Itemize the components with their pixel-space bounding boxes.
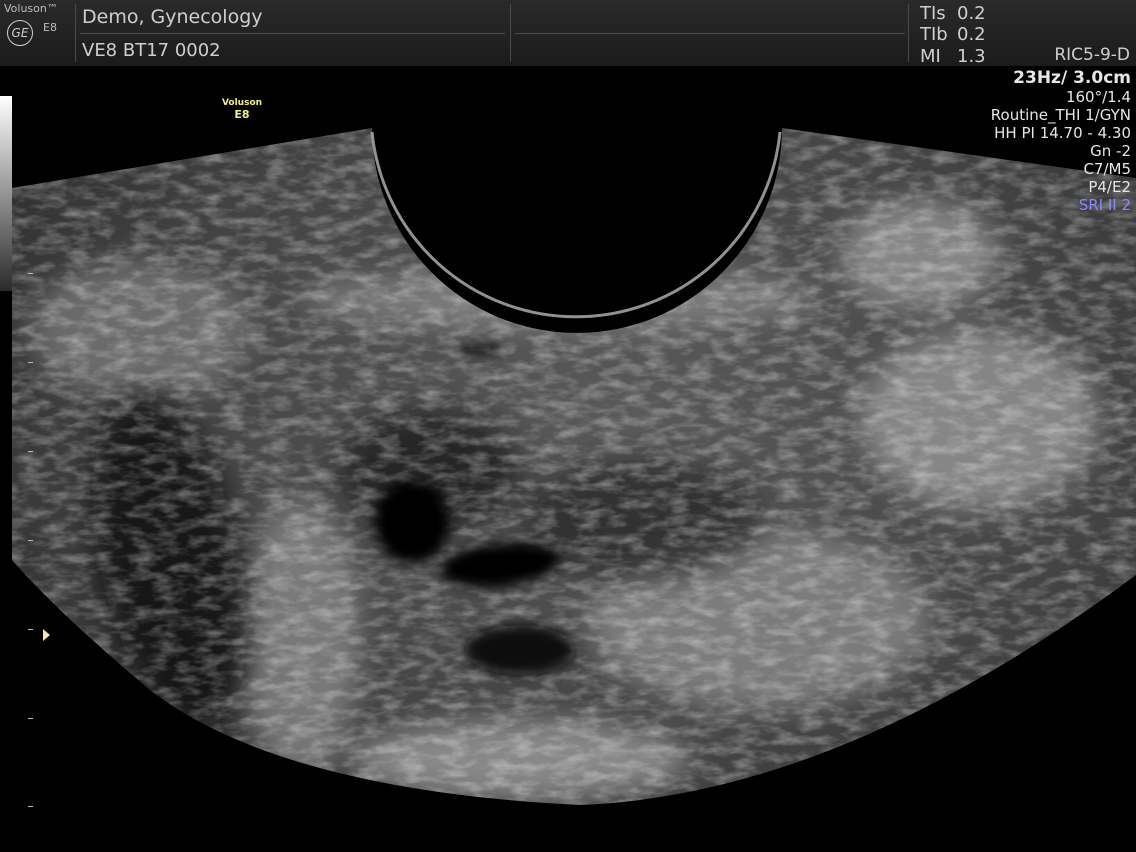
top-info-bar: Voluson™ GE E8 Demo, Gynecology VE8 BT17…	[0, 0, 1136, 67]
focus-marker-arrow-icon[interactable]	[43, 629, 50, 641]
divider	[515, 33, 905, 34]
safety-label: TIb	[920, 24, 948, 45]
brand-area: Voluson™ GE E8	[0, 0, 72, 66]
harmonic-frequency: HH PI 14.70 - 4.30	[994, 124, 1131, 142]
watermark-model: E8	[234, 108, 250, 121]
depth-tick	[28, 451, 33, 452]
tissue-sector	[12, 128, 1136, 805]
frame-rate-depth: 23Hz/ 3.0cm	[1013, 68, 1131, 88]
safety-label: TIs	[920, 3, 946, 24]
depth-tick	[28, 362, 33, 363]
depth-tick	[28, 806, 33, 807]
preset-name: Routine_THI 1/GYN	[990, 106, 1131, 124]
grayscale-bar	[0, 96, 12, 291]
sri-value: SRI II 2	[1078, 196, 1131, 214]
divider	[510, 4, 511, 62]
gain-value: Gn -2	[1090, 142, 1131, 160]
probe-name: RIC5-9-D	[1054, 45, 1130, 65]
exam-id: VE8 BT17 0002	[82, 40, 221, 61]
image-watermark: Voluson E8	[208, 97, 276, 121]
safety-value: 1.3	[957, 46, 986, 67]
map-value: C7/M5	[1083, 160, 1131, 178]
depth-tick	[28, 629, 33, 630]
safety-index-tib: TIb 0.2	[920, 24, 986, 45]
safety-index-tis: TIs 0.2	[920, 3, 986, 24]
depth-tick	[28, 540, 33, 541]
power-value: P4/E2	[1088, 178, 1131, 196]
depth-tick	[28, 718, 33, 719]
safety-value: 0.2	[957, 3, 986, 24]
model-label: E8	[43, 21, 57, 34]
brand-text: Voluson™	[4, 2, 58, 15]
depth-tick	[28, 273, 33, 274]
safety-label: MI	[920, 46, 941, 67]
divider	[80, 33, 505, 34]
divider	[908, 4, 909, 62]
safety-value: 0.2	[957, 24, 986, 45]
safety-index-mi: MI 1.3	[920, 46, 986, 67]
ultrasound-image[interactable]	[0, 66, 1136, 852]
sector-angle: 160°/1.4	[1065, 88, 1131, 106]
ge-logo-icon: GE	[7, 20, 33, 46]
acquisition-params-panel: 23Hz/ 3.0cm 160°/1.4 Routine_THI 1/GYN H…	[991, 68, 1131, 214]
divider	[75, 4, 76, 62]
patient-name: Demo, Gynecology	[82, 6, 263, 28]
